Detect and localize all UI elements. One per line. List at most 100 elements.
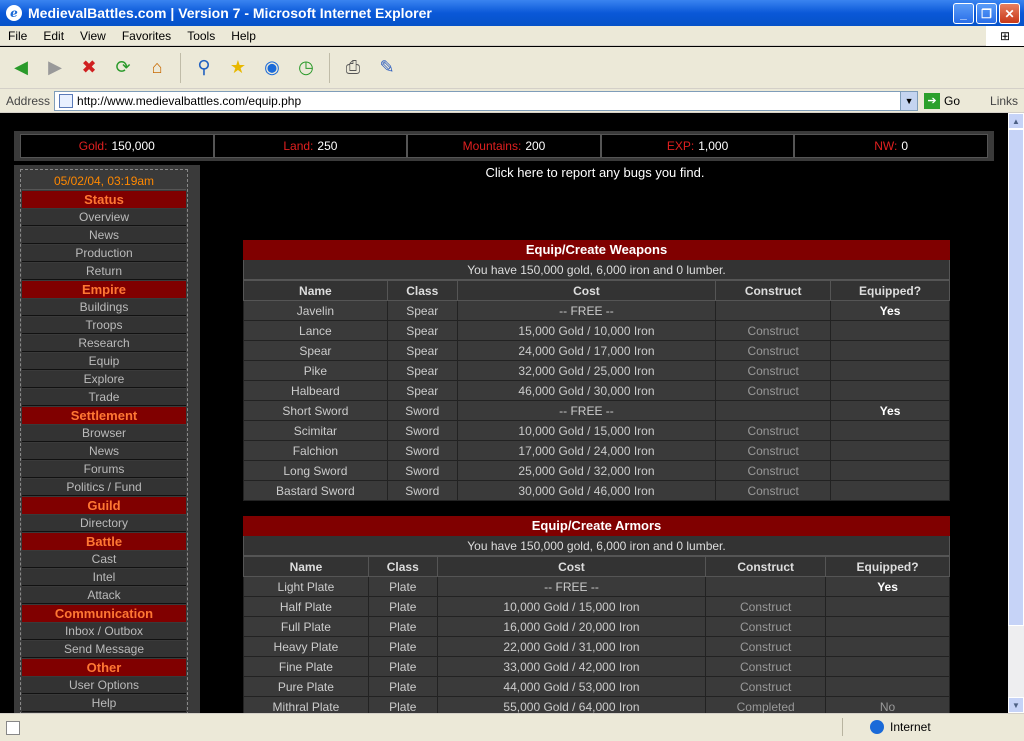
scroll-thumb[interactable] (1008, 129, 1024, 626)
scroll-up-icon[interactable]: ▲ (1008, 113, 1024, 129)
search-icon[interactable]: ⚲ (189, 53, 219, 83)
edit-icon[interactable]: ✎ (372, 53, 402, 83)
construct-link[interactable]: Construct (705, 596, 827, 617)
sidebar-item-intel[interactable]: Intel (22, 569, 186, 586)
go-button[interactable]: ➔ Go (924, 92, 960, 109)
construct-link[interactable]: Construct (715, 360, 832, 381)
close-button[interactable]: ✕ (999, 3, 1020, 24)
sidebar-item-equip[interactable]: Equip (22, 353, 186, 370)
server-date: 05/02/04, 03:19am (22, 172, 186, 190)
cell-construct: Completed (705, 696, 827, 713)
resource-mountains: Mountains: 200 (407, 134, 601, 158)
sidebar-item-buildings[interactable]: Buildings (22, 299, 186, 316)
cell-equipped (830, 460, 950, 481)
construct-link[interactable]: Construct (715, 380, 832, 401)
cell-construct (705, 576, 827, 597)
maximize-button[interactable]: ❐ (976, 3, 997, 24)
cell-class: Plate (367, 576, 438, 597)
sidebar-item-research[interactable]: Research (22, 335, 186, 352)
sidebar-item-browser[interactable]: Browser (22, 425, 186, 442)
weapons-panel: Equip/Create Weapons You have 150,000 go… (243, 240, 950, 501)
cell-name: Bastard Sword (243, 480, 388, 501)
sidebar-item-forums[interactable]: Forums (22, 461, 186, 478)
cell-name: Full Plate (243, 616, 369, 637)
back-icon[interactable]: ◀ (6, 53, 36, 83)
sidebar-item-news[interactable]: News (22, 443, 186, 460)
table-header-row: Name Class Cost Construct Equipped? (243, 280, 950, 301)
cell-equipped (825, 676, 950, 697)
sidebar-item-trade[interactable]: Trade (22, 389, 186, 406)
construct-link[interactable]: Construct (715, 340, 832, 361)
menu-bar: File Edit View Favorites Tools Help ⊞ (0, 26, 1024, 46)
cell-name: Mithral Plate (243, 696, 369, 713)
media-globe-icon[interactable]: ◉ (257, 53, 287, 83)
sidebar-item-explore[interactable]: Explore (22, 371, 186, 388)
table-row: Pike Spear 32,000 Gold / 25,000 Iron Constr… (243, 360, 950, 381)
column-header-equipped: Equipped? (825, 556, 950, 577)
sidebar-item-send-message[interactable]: Send Message (22, 641, 186, 658)
table-row: Spear Spear 24,000 Gold / 17,000 Iron Const… (243, 340, 950, 361)
construct-link[interactable]: Construct (715, 480, 832, 501)
menu-help[interactable]: Help (223, 29, 264, 43)
construct-link[interactable]: Construct (705, 656, 827, 677)
construct-link[interactable]: Construct (705, 676, 827, 697)
sidebar-item-production[interactable]: Production (22, 245, 186, 262)
cell-name: Light Plate (243, 576, 369, 597)
report-bugs-link[interactable]: Click here to report any bugs you find. (420, 165, 770, 180)
sidebar-item-news[interactable]: News (22, 227, 186, 244)
home-icon[interactable]: ⌂ (142, 53, 172, 83)
menu-favorites[interactable]: Favorites (114, 29, 179, 43)
sidebar-item-troops[interactable]: Troops (22, 317, 186, 334)
window-titlebar: e MedievalBattles.com | Version 7 - Micr… (0, 0, 1024, 26)
sidebar-item-user-options[interactable]: User Options (22, 677, 186, 694)
table-row: Mithral Plate Plate 55,000 Gold / 64,000 I… (243, 696, 950, 713)
vertical-scrollbar[interactable]: ▲ ▼ (1008, 113, 1024, 713)
forward-icon[interactable]: ▶ (40, 53, 70, 83)
menu-edit[interactable]: Edit (35, 29, 72, 43)
sidebar-item-attack[interactable]: Attack (22, 587, 186, 604)
construct-link[interactable]: Construct (705, 636, 827, 657)
menu-file[interactable]: File (0, 29, 35, 43)
chevron-down-icon[interactable]: ▼ (900, 91, 918, 110)
sidebar-section-settlement: Settlement (22, 407, 186, 424)
sidebar-item-overview[interactable]: Overview (22, 209, 186, 226)
sidebar-section-status: Status (22, 191, 186, 208)
history-icon[interactable]: ◷ (291, 53, 321, 83)
cell-cost: 17,000 Gold / 24,000 Iron (456, 440, 717, 461)
status-page-icon (6, 720, 20, 735)
construct-link[interactable]: Construct (715, 420, 832, 441)
favorites-star-icon[interactable]: ★ (223, 53, 253, 83)
links-label[interactable]: Links (990, 94, 1018, 108)
cell-name: Spear (243, 340, 388, 361)
minimize-button[interactable]: _ (953, 3, 974, 24)
cell-name: Pure Plate (243, 676, 369, 697)
address-bar: Address http://www.medievalbattles.com/e… (0, 89, 1024, 113)
sidebar-item-directory[interactable]: Directory (22, 515, 186, 532)
cell-class: Plate (367, 696, 438, 713)
cell-class: Sword (386, 480, 458, 501)
sidebar-item-cast[interactable]: Cast (22, 551, 186, 568)
cell-cost: -- FREE -- (456, 400, 717, 421)
stop-icon[interactable]: ✖ (74, 53, 104, 83)
menu-tools[interactable]: Tools (179, 29, 223, 43)
cell-cost: 25,000 Gold / 32,000 Iron (456, 460, 717, 481)
sidebar-item-politics-fund[interactable]: Politics / Fund (22, 479, 186, 496)
address-url: http://www.medievalbattles.com/equip.php (77, 93, 302, 108)
sidebar-section-battle: Battle (22, 533, 186, 550)
construct-link[interactable]: Construct (715, 320, 832, 341)
scroll-down-icon[interactable]: ▼ (1008, 697, 1024, 713)
sidebar-item-return[interactable]: Return (22, 263, 186, 280)
cell-cost: 32,000 Gold / 25,000 Iron (456, 360, 717, 381)
weapons-resources-summary: You have 150,000 gold, 6,000 iron and 0 … (243, 260, 950, 280)
construct-link[interactable]: Construct (715, 460, 832, 481)
cell-cost: 16,000 Gold / 20,000 Iron (436, 616, 707, 637)
sidebar-item-inbox-outbox[interactable]: Inbox / Outbox (22, 623, 186, 640)
menu-view[interactable]: View (72, 29, 114, 43)
address-input[interactable]: http://www.medievalbattles.com/equip.php… (54, 90, 919, 111)
sidebar-item-help[interactable]: Help (22, 695, 186, 712)
print-icon[interactable]: ⎙ (338, 53, 368, 83)
refresh-icon[interactable]: ⟳ (108, 53, 138, 83)
cell-class: Spear (386, 380, 458, 401)
construct-link[interactable]: Construct (715, 440, 832, 461)
construct-link[interactable]: Construct (705, 616, 827, 637)
